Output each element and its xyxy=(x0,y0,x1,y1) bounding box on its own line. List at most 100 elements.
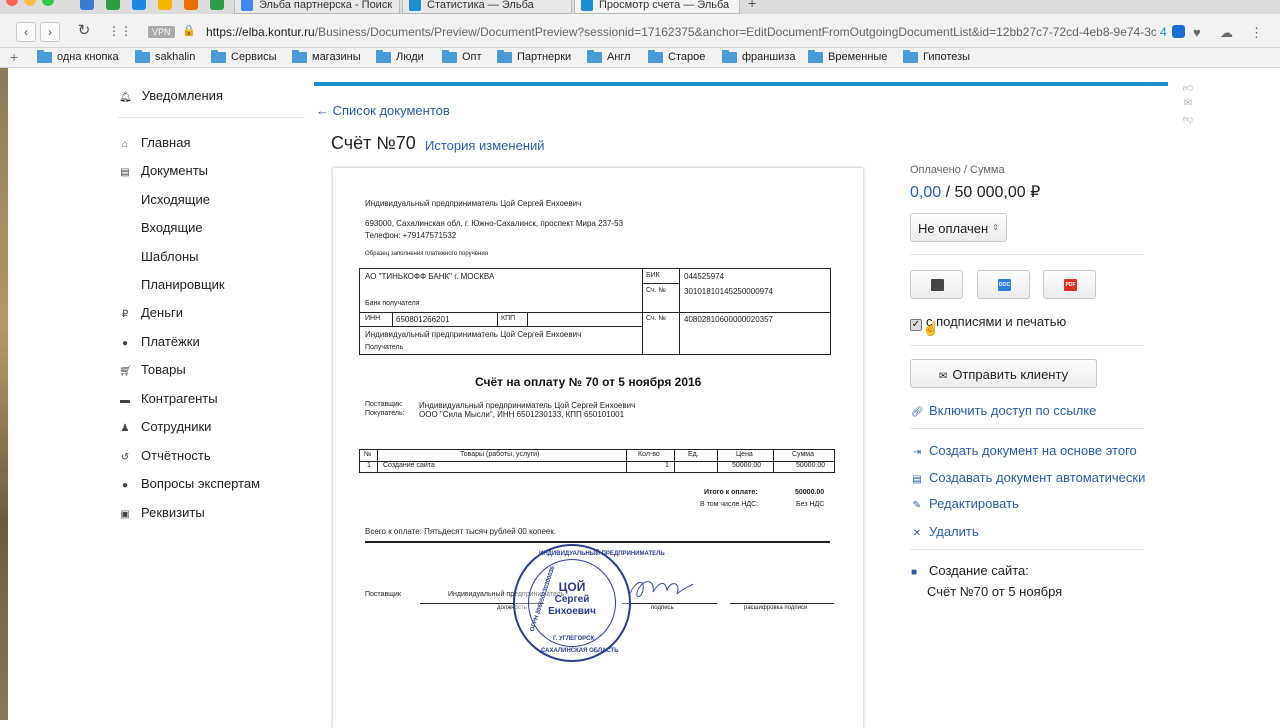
sidebar-item-questions[interactable]: ● Вопросы экспертам xyxy=(119,476,260,491)
send-to-client-button[interactable]: ✉ Отправить клиенту xyxy=(910,359,1097,388)
folder-icon xyxy=(37,50,52,63)
pinned-tab[interactable] xyxy=(210,0,224,10)
folder-icon xyxy=(376,50,391,63)
total-in-words: Всего к оплате: Пятьдесят тысяч рублей 0… xyxy=(365,527,557,536)
folder-icon xyxy=(587,50,602,63)
bookmark-folder[interactable]: sakhalin xyxy=(135,50,195,63)
zoom-window-button[interactable] xyxy=(42,0,54,6)
total-value: 50000.00 xyxy=(795,489,825,496)
edit-action[interactable]: ✎ Редактировать xyxy=(911,496,1019,511)
bookmark-folder[interactable]: Англ xyxy=(587,50,631,63)
new-tab-button[interactable]: + xyxy=(748,0,756,11)
enable-link-access[interactable]: 🔗︎ Включить доступ по ссылке xyxy=(911,403,1096,418)
buyer-label: Покупатель: xyxy=(365,410,405,417)
pinned-tab[interactable] xyxy=(158,0,172,10)
col-header-qty: Кол-во xyxy=(638,451,660,458)
sidebar-subitem-incoming[interactable]: Входящие xyxy=(141,220,203,235)
sidebar-item-requisites[interactable]: ▣ Реквизиты xyxy=(119,505,204,520)
pinned-tab[interactable] xyxy=(80,0,94,10)
download-doc-button[interactable]: DOC xyxy=(977,270,1030,299)
sidebar-item-payments[interactable]: ● Платёжки xyxy=(119,334,200,349)
apps-grid-icon[interactable]: ⋮⋮ xyxy=(108,22,132,42)
tab-invoice-preview[interactable]: Просмотр счета — Эльба xyxy=(574,0,740,14)
divider xyxy=(910,345,1144,346)
heart-icon[interactable]: ♥ xyxy=(1193,25,1201,40)
corr-account-label: Сч. № xyxy=(646,287,667,294)
sidebar-item-reports[interactable]: ↺ Отчётность xyxy=(119,448,211,463)
notifications-link[interactable]: 🔔︎ Уведомления xyxy=(119,88,223,103)
shield-icon[interactable] xyxy=(1172,25,1185,38)
pinned-tab[interactable] xyxy=(132,0,146,10)
auto-create-action[interactable]: ▤ Создавать документ автоматически xyxy=(911,470,1145,485)
mail-icon[interactable]: ✉ xyxy=(1178,98,1198,109)
sidebar-item-employees[interactable]: ♟ Сотрудники xyxy=(119,419,212,434)
sidebar-item-documents[interactable]: ▤ Документы xyxy=(119,163,208,178)
sidebar-item-contractors[interactable]: ▬ Контрагенты xyxy=(119,391,218,406)
elba-icon xyxy=(581,0,593,11)
corr-account-value: 30101810145250000974 xyxy=(684,287,773,296)
table-line xyxy=(360,326,642,327)
pinned-tab[interactable] xyxy=(184,0,198,10)
side-tools: 👍︎ ✉ 👎︎ xyxy=(1178,82,1198,129)
stamp-region-text: САХАЛИНСКАЯ ОБЛАСТЬ xyxy=(541,648,619,654)
create-based-on-action[interactable]: ⇥ Создать документ на основе этого xyxy=(911,443,1137,458)
handwritten-signature xyxy=(628,581,694,597)
forward-button[interactable]: › xyxy=(40,22,60,42)
divider xyxy=(910,254,1144,255)
bookmarks-bar: + одна кнопка sakhalin Сервисы магазины … xyxy=(0,48,1280,68)
bookmark-folder[interactable]: Опт xyxy=(442,50,482,63)
minimize-window-button[interactable] xyxy=(24,0,36,6)
sidebar-item-home[interactable]: ⌂ Главная xyxy=(119,135,191,150)
back-to-list-link[interactable]: ← Список документов xyxy=(316,103,450,118)
invoice-preview: Индивидуальный предприниматель Цой Серге… xyxy=(333,168,863,728)
bookmark-folder[interactable]: Партнерки xyxy=(497,50,571,63)
tab-search[interactable]: Эльба партнерска - Поиск xyxy=(234,0,400,14)
auto-document-icon: ▤ xyxy=(912,474,922,485)
add-bookmark-icon[interactable]: + xyxy=(10,49,18,65)
sidebar-item-money[interactable]: ₽ Деньги xyxy=(119,305,183,320)
sidebar-subitem-templates[interactable]: Шаблоны xyxy=(141,249,199,264)
payment-status-select[interactable]: Не оплачен ⇕ xyxy=(910,213,1007,242)
history-link[interactable]: История изменений xyxy=(425,138,545,153)
address-bar-row: ‹ › ↻ ⋮⋮ VPN 🔒 https://elba.kontur.ru/Bu… xyxy=(0,14,1280,48)
bookmark-folder[interactable]: Люди xyxy=(376,50,424,63)
col-header-price: Цена xyxy=(736,451,753,458)
close-window-button[interactable] xyxy=(6,0,18,6)
bookmark-folder[interactable]: Временные xyxy=(808,50,887,63)
print-button[interactable] xyxy=(910,270,963,299)
col-header-goods: Товары (работы, услуги) xyxy=(460,451,540,458)
reports-icon: ↺ xyxy=(120,452,130,463)
page-content: 🔔︎ Уведомления ⌂ Главная ▤ Документы Исходя… xyxy=(8,68,1272,728)
bookmark-folder[interactable]: франшиза xyxy=(722,50,796,63)
bookmark-folder[interactable]: магазины xyxy=(292,50,361,63)
row-price: 50000.00 xyxy=(732,462,762,469)
extension-counter[interactable]: 4 xyxy=(1160,25,1167,39)
menu-icon[interactable]: ⋮ xyxy=(1250,25,1263,41)
bookmark-folder[interactable]: Сервисы xyxy=(211,50,277,63)
download-pdf-button[interactable]: PDF xyxy=(1043,270,1096,299)
kpp-label: КПП xyxy=(501,315,516,322)
bookmark-folder[interactable]: Старое xyxy=(648,50,705,63)
vpn-badge[interactable]: VPN xyxy=(148,26,175,38)
folder-icon xyxy=(497,50,512,63)
delete-action[interactable]: ✕ Удалить xyxy=(911,524,979,539)
sidebar-subitem-scheduler[interactable]: Планировщик xyxy=(141,277,225,292)
bookmark-folder[interactable]: Гипотезы xyxy=(903,50,970,63)
bell-icon: 🔔︎ xyxy=(119,92,132,103)
bookmark-folder[interactable]: одна кнопка xyxy=(37,50,119,63)
elba-icon xyxy=(409,0,421,11)
pinned-tab[interactable] xyxy=(106,0,120,10)
stamp-surname: ЦОЙ xyxy=(558,580,586,594)
dislike-icon[interactable]: 👎︎ xyxy=(1178,113,1198,125)
like-icon[interactable]: 👍︎ xyxy=(1178,82,1198,94)
url-field[interactable]: https://elba.kontur.ru/Business/Document… xyxy=(206,25,1156,39)
tab-statistics[interactable]: Статистика — Эльба xyxy=(402,0,572,14)
sidebar-subitem-outgoing[interactable]: Исходящие xyxy=(141,192,210,207)
person-icon: ♟ xyxy=(120,423,130,434)
sidebar-item-goods[interactable]: 🛒︎ Товары xyxy=(119,362,186,377)
paid-sum-label: Оплачено / Сумма xyxy=(910,164,1005,176)
back-button[interactable]: ‹ xyxy=(16,22,36,42)
signatures-checkbox[interactable]: ✓ xyxy=(910,319,922,331)
reload-icon[interactable]: ↻ xyxy=(74,22,94,42)
cloud-icon[interactable]: ☁ xyxy=(1220,25,1233,41)
